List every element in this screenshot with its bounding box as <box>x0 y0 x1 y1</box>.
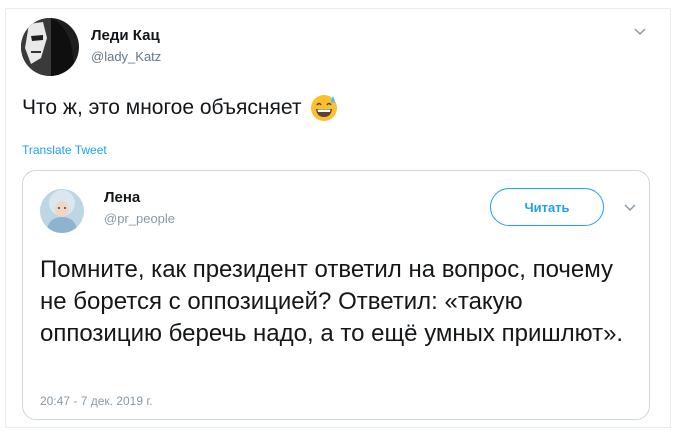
quoted-tweet-text: Помните, как президент ответил на вопрос… <box>40 256 624 347</box>
follow-button[interactable]: Читать <box>490 188 604 226</box>
quoted-chevron-down-icon[interactable] <box>623 201 637 215</box>
tweet-text-row: Что ж, это многое объясняет <box>22 93 339 123</box>
quoted-author-handle[interactable]: @pr_people <box>104 211 175 227</box>
author-avatar[interactable] <box>21 18 79 76</box>
tweet-text: Что ж, это многое объясняет <box>22 96 302 119</box>
translate-tweet-link[interactable]: Translate Tweet <box>22 143 107 157</box>
chevron-down-icon[interactable] <box>633 25 647 39</box>
author-handle[interactable]: @lady_Katz <box>91 49 161 65</box>
quoted-author-avatar[interactable] <box>40 189 84 233</box>
grinning-sweat-emoji-icon <box>309 93 339 123</box>
quoted-tweet-timestamp[interactable]: 20:47 - 7 дек. 2019 г. <box>40 394 153 408</box>
author-name[interactable]: Леди Кац <box>91 27 160 45</box>
quoted-author-name[interactable]: Лена <box>104 189 140 207</box>
quoted-tweet-card[interactable]: Лена @pr_people Читать Помните, как през… <box>22 170 650 420</box>
